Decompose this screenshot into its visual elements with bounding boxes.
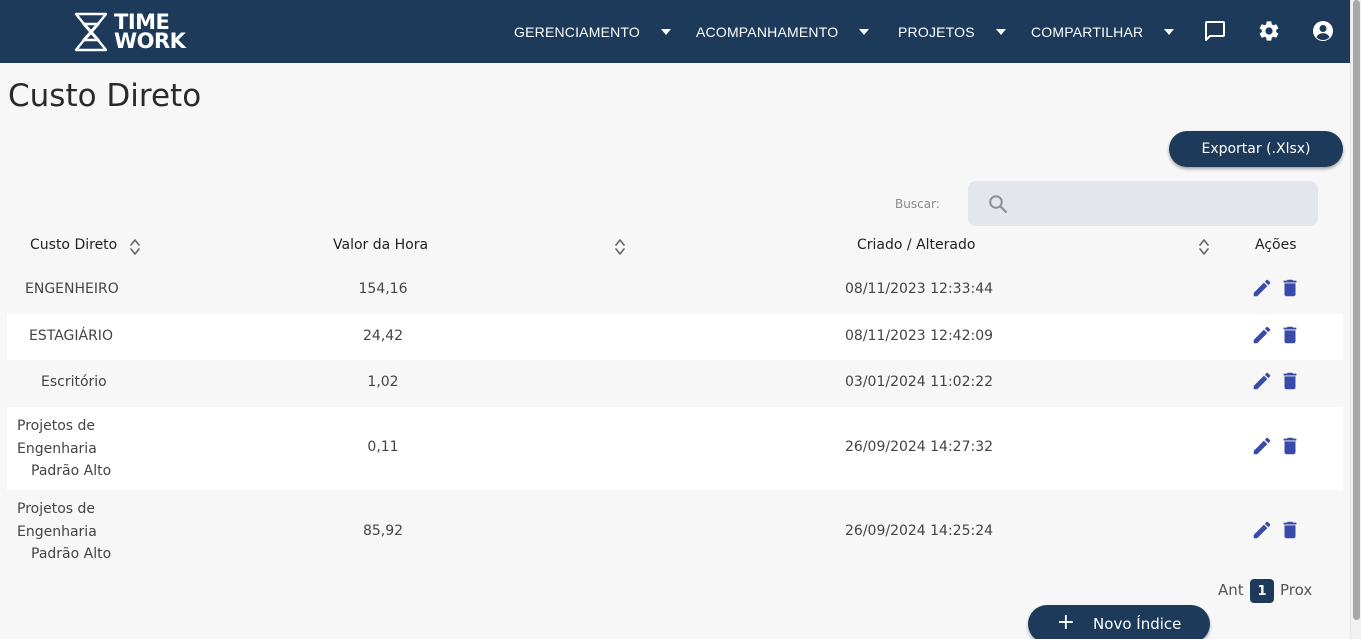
search-label: Buscar: xyxy=(895,197,940,211)
delete-icon[interactable] xyxy=(1279,370,1301,392)
column-header-criado-alterado[interactable]: Criado / Alterado xyxy=(857,237,975,253)
new-index-button[interactable]: + Novo Índice xyxy=(1028,605,1210,639)
top-navbar: TIME WORK GERENCIAMENTO ACOMPANHAMENTO P… xyxy=(0,0,1350,63)
caret-down-icon xyxy=(859,28,870,35)
cell-criado-alterado: 08/11/2023 12:33:44 xyxy=(845,281,994,297)
new-index-label: Novo Índice xyxy=(1093,615,1182,633)
caret-down-icon xyxy=(1164,28,1175,35)
cell-valor-hora: 24,42 xyxy=(362,328,404,344)
name-line: Engenharia xyxy=(17,440,97,457)
pagination-page-current[interactable]: 1 xyxy=(1250,579,1274,603)
edit-icon[interactable] xyxy=(1251,324,1273,346)
scrollbar-thumb[interactable] xyxy=(1353,0,1360,620)
nav-gerenciamento[interactable]: GERENCIAMENTO xyxy=(514,0,672,63)
nav-acompanhamento[interactable]: ACOMPANHAMENTO xyxy=(696,0,870,63)
edit-icon[interactable] xyxy=(1251,370,1273,392)
sort-icon[interactable] xyxy=(615,238,625,256)
cell-criado-alterado: 26/09/2024 14:27:32 xyxy=(845,439,994,455)
edit-icon[interactable] xyxy=(1251,519,1273,541)
cell-criado-alterado: 08/11/2023 12:42:09 xyxy=(845,328,994,344)
delete-icon[interactable] xyxy=(1279,519,1301,541)
cell-custo-direto: Projetos de Engenharia Padrão Alto xyxy=(17,415,111,483)
vertical-scrollbar[interactable] xyxy=(1350,0,1361,639)
column-header-custo-direto[interactable]: Custo Direto xyxy=(30,237,117,253)
column-header-valor-hora[interactable]: Valor da Hora xyxy=(333,237,428,253)
plus-icon: + xyxy=(1056,610,1076,635)
name-line: Padrão Alto xyxy=(31,546,112,562)
column-header-acoes: Ações xyxy=(1255,237,1297,253)
gear-icon[interactable] xyxy=(1257,19,1281,43)
account-icon[interactable] xyxy=(1311,19,1335,43)
search-input[interactable] xyxy=(1018,189,1308,218)
name-line: Padrão Alto xyxy=(31,463,112,479)
nav-label: ACOMPANHAMENTO xyxy=(696,23,839,40)
cell-valor-hora: 1,02 xyxy=(367,374,399,390)
cell-valor-hora: 154,16 xyxy=(358,281,408,297)
cell-custo-direto: Projetos de Engenharia Padrão Alto xyxy=(17,498,111,566)
name-line: Engenharia xyxy=(17,523,97,540)
nav-projetos[interactable]: PROJETOS xyxy=(898,0,1006,63)
cell-custo-direto: Escritório xyxy=(41,374,107,390)
name-line: Projetos de xyxy=(17,501,96,517)
cell-custo-direto: ENGENHEIRO xyxy=(25,281,119,297)
export-xlsx-button[interactable]: Exportar (.Xlsx) xyxy=(1169,131,1343,167)
nav-label: GERENCIAMENTO xyxy=(514,23,641,40)
name-line: Projetos de xyxy=(17,418,96,434)
pagination-prev[interactable]: Ant xyxy=(1218,581,1244,599)
sort-icon[interactable] xyxy=(130,238,140,256)
timework-logo[interactable]: TIME WORK xyxy=(74,11,186,53)
cell-criado-alterado: 03/01/2024 11:02:22 xyxy=(845,374,994,390)
chat-icon[interactable] xyxy=(1203,19,1227,43)
edit-icon[interactable] xyxy=(1251,435,1273,457)
delete-icon[interactable] xyxy=(1279,435,1301,457)
caret-down-icon xyxy=(661,28,672,35)
table-row: Escritório 1,02 03/01/2024 11:02:22 xyxy=(7,360,1343,407)
search-field[interactable] xyxy=(968,181,1318,226)
table-row: Projetos de Engenharia Padrão Alto 85,92… xyxy=(7,490,1343,574)
sort-icon[interactable] xyxy=(1199,238,1209,256)
timework-x-icon xyxy=(74,12,108,52)
nav-label: PROJETOS xyxy=(898,23,975,40)
caret-down-icon xyxy=(995,28,1006,35)
cell-valor-hora: 85,92 xyxy=(362,523,404,539)
logo-text: TIME WORK xyxy=(114,12,186,53)
logo-line2: WORK xyxy=(114,29,186,53)
delete-icon[interactable] xyxy=(1279,277,1301,299)
delete-icon[interactable] xyxy=(1279,324,1301,346)
edit-icon[interactable] xyxy=(1251,277,1273,299)
page-title: Custo Direto xyxy=(8,78,202,114)
table-row: ESTAGIÁRIO 24,42 08/11/2023 12:42:09 xyxy=(7,314,1343,360)
pagination-next[interactable]: Prox xyxy=(1280,581,1312,599)
table-row: ENGENHEIRO 154,16 08/11/2023 12:33:44 xyxy=(7,268,1343,314)
search-icon xyxy=(989,195,1008,214)
cell-criado-alterado: 26/09/2024 14:25:24 xyxy=(845,523,994,539)
nav-label: COMPARTILHAR xyxy=(1031,23,1144,40)
cell-custo-direto: ESTAGIÁRIO xyxy=(29,328,113,344)
cell-valor-hora: 0,11 xyxy=(367,439,399,455)
table-row: Projetos de Engenharia Padrão Alto 0,11 … xyxy=(7,407,1343,490)
nav-compartilhar[interactable]: COMPARTILHAR xyxy=(1031,0,1175,63)
